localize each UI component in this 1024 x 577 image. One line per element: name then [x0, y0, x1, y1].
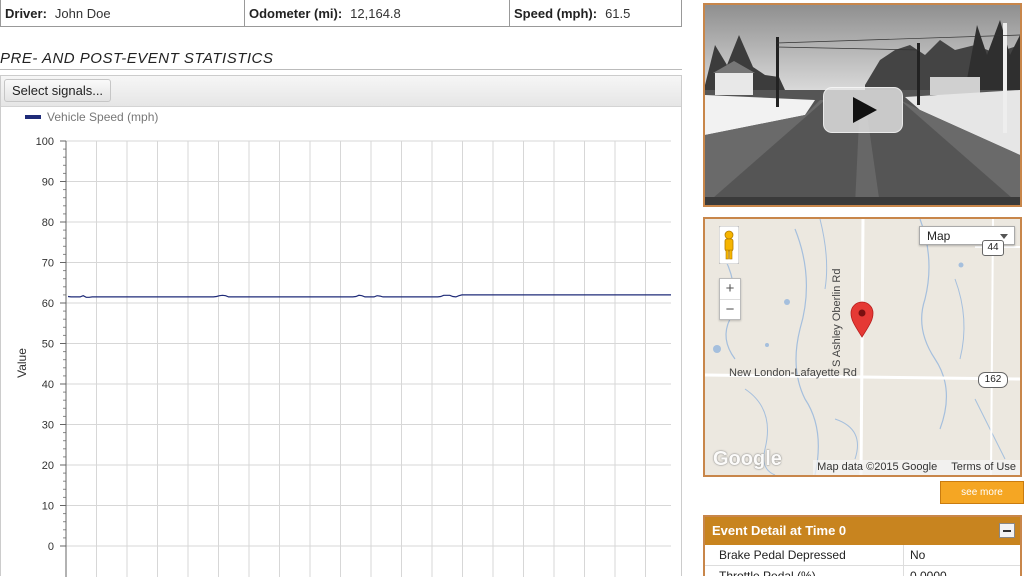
- y-tick-label: 80: [42, 217, 54, 229]
- location-pin: [850, 301, 874, 338]
- y-tick-label: 0: [48, 541, 54, 553]
- y-tick-label: 100: [36, 136, 54, 148]
- y-tick-label: 50: [42, 339, 54, 351]
- detail-value: 0.0000: [903, 565, 1020, 576]
- driver-label: Driver:: [5, 5, 47, 21]
- map-canvas: [705, 219, 1020, 475]
- speed-value: 61.5: [605, 5, 631, 21]
- y-tick-label: 10: [42, 501, 54, 513]
- zoom-in-button[interactable]: +: [720, 279, 740, 300]
- vehicle-info-bar: Driver: John Doe Odometer (mi): 12,164.8…: [0, 0, 682, 27]
- speed-label: Speed (mph):: [514, 5, 598, 21]
- speed-chart: 0 10 20 30 40 50 60 70 80 90 100 Value: [15, 136, 671, 577]
- y-tick-label: 20: [42, 460, 54, 472]
- y-axis-label: Value: [15, 348, 29, 378]
- google-logo: Google: [713, 448, 782, 470]
- chart-series: [67, 294, 671, 298]
- event-detail-title: Event Detail at Time 0: [712, 523, 847, 538]
- play-icon: [853, 97, 877, 123]
- detail-label: Brake Pedal Depressed: [705, 545, 904, 566]
- collapse-button[interactable]: [999, 523, 1015, 538]
- odometer-value: 12,164.8: [350, 5, 401, 21]
- map-attribution: Map data ©2015 Google Terms of Use: [813, 460, 1020, 475]
- chart-grid: [66, 140, 671, 577]
- y-tick-label: 60: [42, 298, 54, 310]
- section-divider: [0, 69, 682, 70]
- event-map[interactable]: + − Map 44 162 New London-Lafayette Rd S…: [703, 217, 1022, 477]
- odometer-cell: Odometer (mi): 12,164.8: [245, 0, 510, 26]
- road-label-vertical: S Ashley Oberlin Rd: [831, 268, 843, 367]
- detail-label: Throttle Pedal (%): [705, 565, 904, 576]
- pegman-icon: [718, 225, 740, 265]
- detail-value: No: [903, 545, 1020, 566]
- street-view-pegman[interactable]: [718, 225, 740, 265]
- event-detail-header: Event Detail at Time 0: [705, 517, 1020, 545]
- table-row: Throttle Pedal (%) 0.0000: [705, 565, 1020, 576]
- event-detail-panel: Event Detail at Time 0 Brake Pedal Depre…: [703, 515, 1022, 576]
- y-tick-label: 30: [42, 420, 54, 432]
- route-shield-44: 44: [982, 240, 1004, 256]
- y-tick-label: 40: [42, 379, 54, 391]
- section-title: PRE- AND POST-EVENT STATISTICS: [0, 50, 274, 67]
- y-tick-label: 70: [42, 258, 54, 270]
- event-detail-table: Brake Pedal Depressed No Throttle Pedal …: [705, 545, 1020, 576]
- map-zoom-control: + −: [719, 278, 741, 320]
- chevron-down-icon: [1000, 234, 1008, 239]
- map-data-credit: Map data ©2015 Google: [817, 461, 938, 473]
- y-axis: 0 10 20 30 40 50 60 70 80 90 100: [36, 136, 67, 577]
- odometer-label: Odometer (mi):: [249, 5, 343, 21]
- route-shield-162: 162: [978, 372, 1008, 388]
- see-more-button[interactable]: see more: [940, 481, 1024, 504]
- driver-cell: Driver: John Doe: [1, 0, 245, 26]
- series-line-vehicle-speed: [67, 294, 671, 298]
- table-row: Brake Pedal Depressed No: [705, 545, 1020, 566]
- speed-cell: Speed (mph): 61.5: [510, 0, 681, 26]
- map-type-label: Map: [927, 229, 951, 243]
- driver-value: John Doe: [54, 5, 111, 21]
- chart-panel: Select signals... Vehicle Speed (mph) 01…: [0, 75, 682, 577]
- play-button[interactable]: [823, 87, 903, 133]
- road-label-horizontal: New London-Lafayette Rd: [729, 367, 857, 379]
- event-video[interactable]: [703, 3, 1022, 207]
- y-tick-label: 90: [42, 177, 54, 189]
- zoom-out-button[interactable]: −: [720, 300, 740, 320]
- terms-of-use-link[interactable]: Terms of Use: [951, 460, 1016, 475]
